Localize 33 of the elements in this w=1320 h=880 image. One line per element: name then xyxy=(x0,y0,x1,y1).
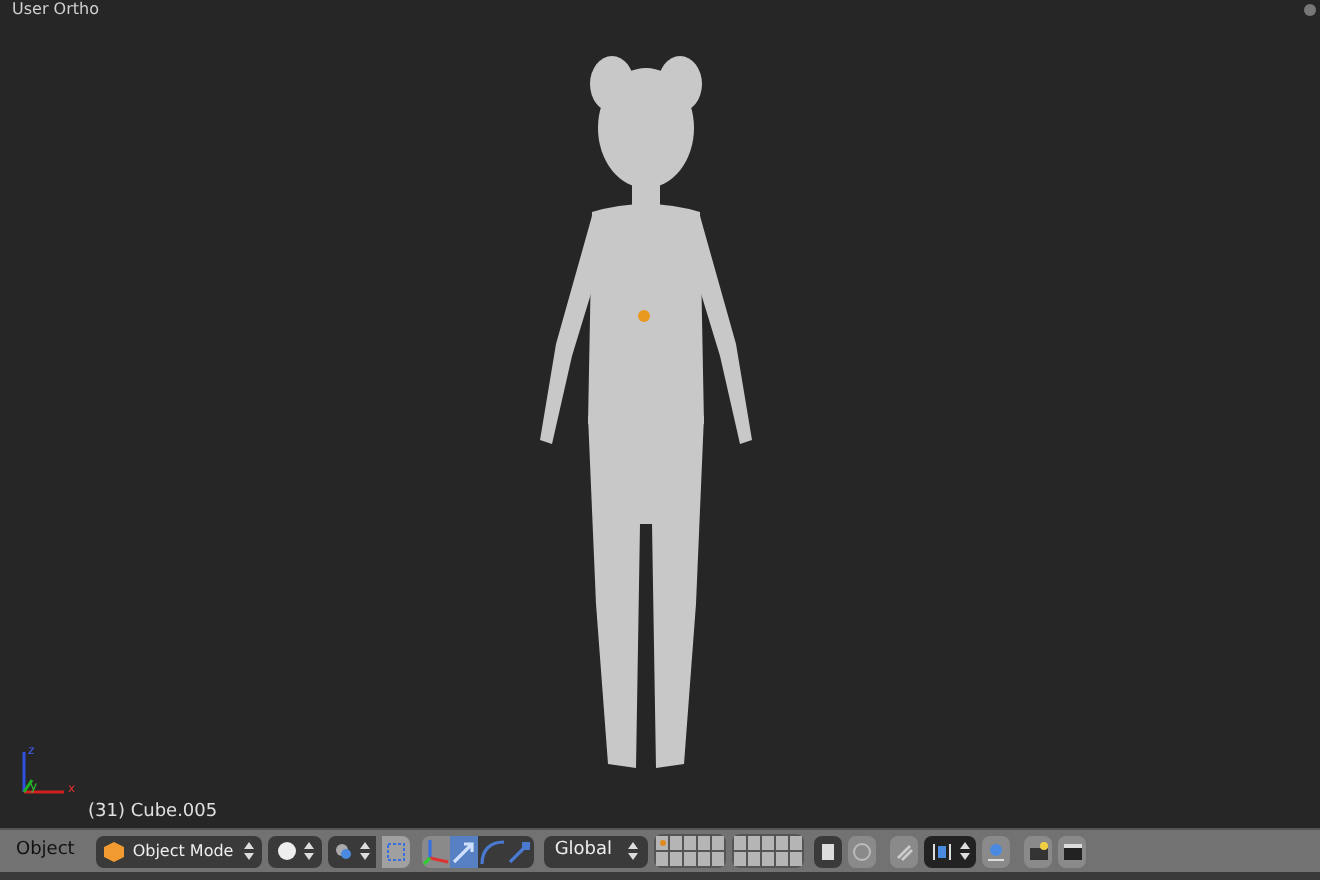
view-label: User Ortho xyxy=(12,0,99,18)
updown-arrows-icon xyxy=(303,842,314,860)
cube-icon xyxy=(104,841,125,861)
sphere-icon xyxy=(277,842,296,860)
ring-icon xyxy=(852,841,873,861)
updown-arrows-icon xyxy=(960,842,971,860)
layer-lock-button[interactable] xyxy=(814,835,843,867)
orientation-dropdown[interactable]: Global xyxy=(544,835,649,867)
page-icon xyxy=(819,841,838,861)
updown-arrows-icon xyxy=(244,842,255,860)
layer-grid[interactable] xyxy=(732,834,805,868)
object-menu[interactable]: Object xyxy=(12,837,79,865)
object-label: (31) Cube.005 xyxy=(88,802,218,824)
shading-dropdown[interactable] xyxy=(268,835,323,867)
snap-toggle-button[interactable] xyxy=(890,835,919,867)
render-animation-button[interactable] xyxy=(1058,835,1087,867)
updown-arrows-icon xyxy=(628,842,639,860)
camera-icon xyxy=(1027,841,1050,861)
updown-arrows-icon xyxy=(360,842,371,860)
snap-element-dropdown[interactable] xyxy=(924,835,977,867)
dotted-frame-icon xyxy=(386,841,407,861)
render-button[interactable] xyxy=(1024,835,1053,867)
pivot-icon xyxy=(334,841,355,861)
snap-target-button[interactable] xyxy=(982,835,1011,867)
clapperboard-icon xyxy=(1061,841,1084,861)
corner-widget-icon[interactable] xyxy=(1304,4,1316,16)
snap-increment-icon xyxy=(930,841,955,861)
layer-grid[interactable] xyxy=(654,834,727,868)
manipulator-toggle[interactable] xyxy=(382,835,411,867)
pivot-dropdown[interactable] xyxy=(328,835,377,867)
mode-dropdown[interactable]: Object Mode xyxy=(96,835,263,867)
manipulator-button[interactable] xyxy=(450,835,479,867)
axis-gizmo-drawing xyxy=(20,748,68,796)
